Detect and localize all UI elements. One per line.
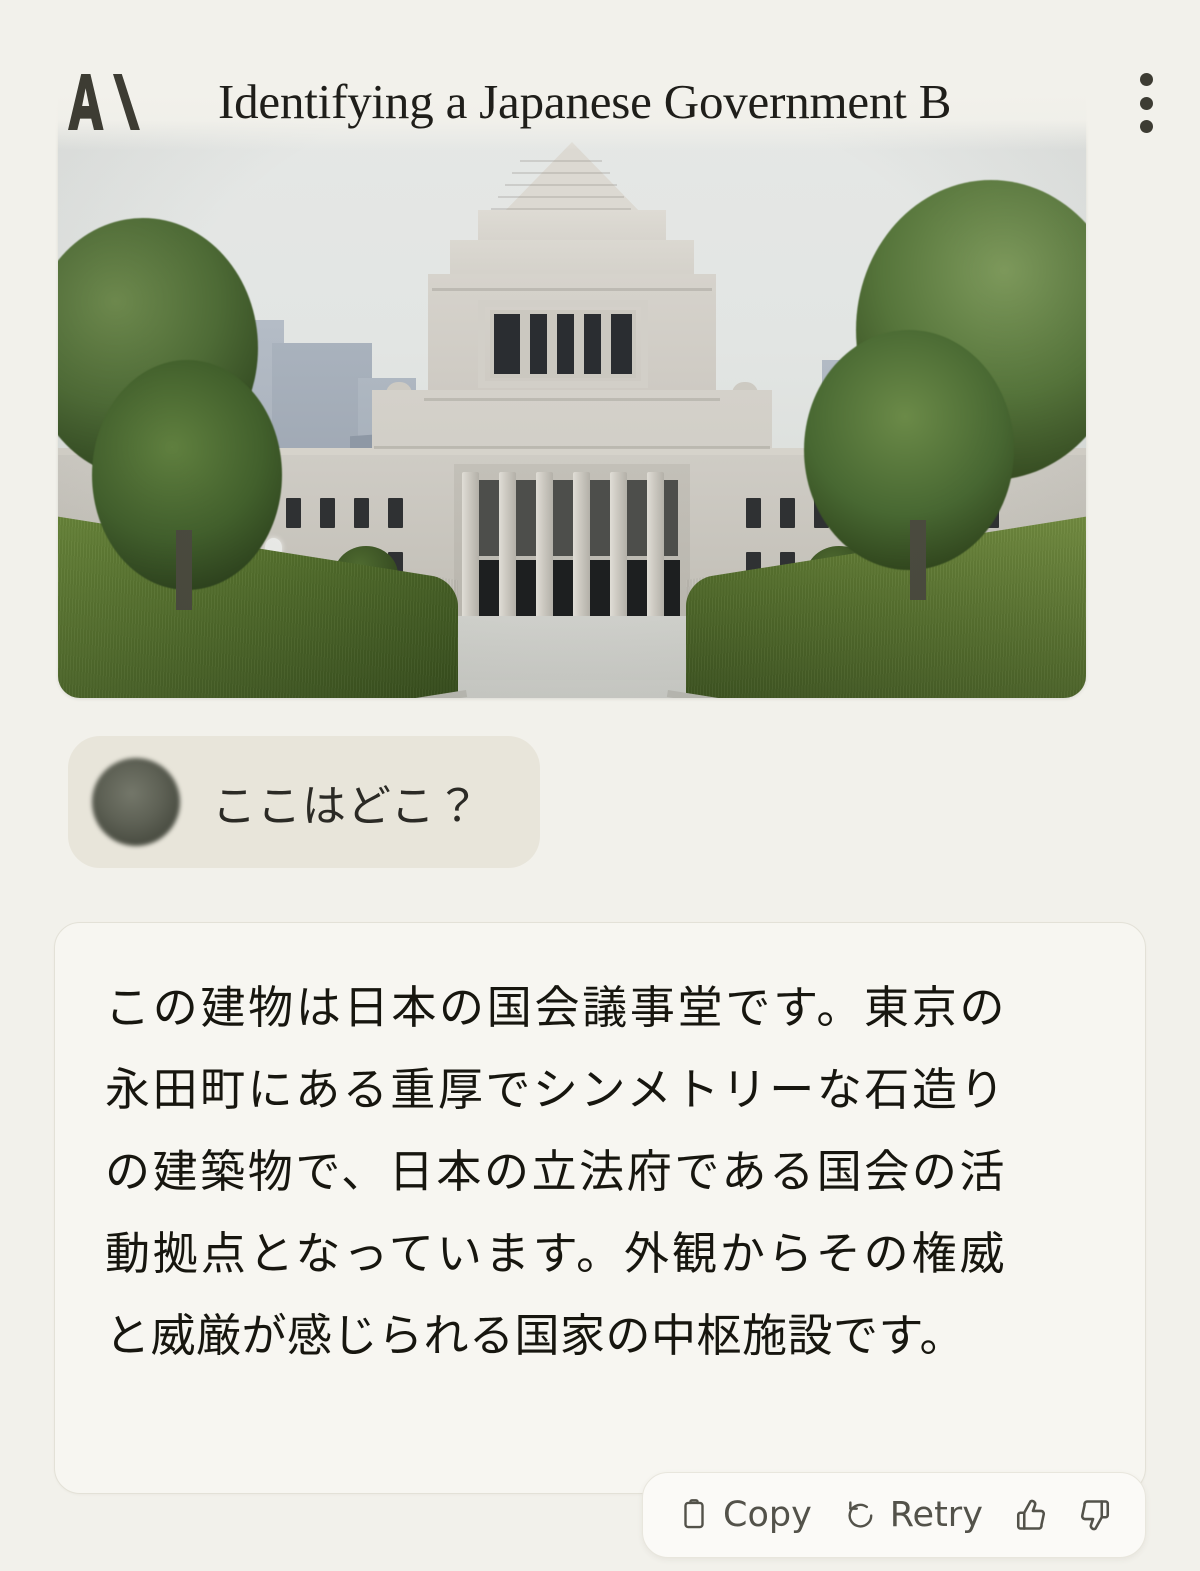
retry-button[interactable]: Retry bbox=[828, 1481, 999, 1549]
assistant-message: この建物は日本の国会議事堂です。東京の永田町にある重厚でシンメトリーな石造りの建… bbox=[54, 922, 1146, 1494]
avatar bbox=[92, 758, 180, 846]
kebab-dot bbox=[1139, 96, 1153, 110]
clipboard-icon bbox=[677, 1498, 711, 1532]
kebab-dot bbox=[1139, 73, 1153, 86]
chat-screen: Identifying a Japanese Government B ここはど… bbox=[0, 0, 1200, 1571]
refresh-ccw-icon bbox=[844, 1498, 878, 1532]
thumbs-up-button[interactable] bbox=[999, 1481, 1063, 1549]
message-action-bar: Copy Retry bbox=[642, 1472, 1146, 1558]
kebab-dot bbox=[1139, 120, 1153, 133]
kebab-menu-icon[interactable] bbox=[1126, 68, 1166, 138]
photo-vignette bbox=[58, 60, 1086, 698]
user-message-text: ここはどこ？ bbox=[212, 781, 481, 832]
assistant-message-text: この建物は日本の国会議事堂です。東京の永田町にある重厚でシンメトリーな石造りの建… bbox=[105, 981, 1005, 1362]
thumbs-up-icon bbox=[1013, 1497, 1049, 1533]
diet-building-photo bbox=[58, 60, 1086, 698]
copy-button[interactable]: Copy bbox=[661, 1481, 828, 1549]
user-message[interactable]: ここはどこ？ bbox=[68, 736, 540, 868]
retry-label: Retry bbox=[889, 1495, 983, 1535]
thumbs-down-button[interactable] bbox=[1063, 1481, 1127, 1549]
thumbs-down-icon bbox=[1077, 1497, 1113, 1533]
copy-label: Copy bbox=[723, 1495, 812, 1535]
attached-image[interactable] bbox=[58, 60, 1086, 698]
